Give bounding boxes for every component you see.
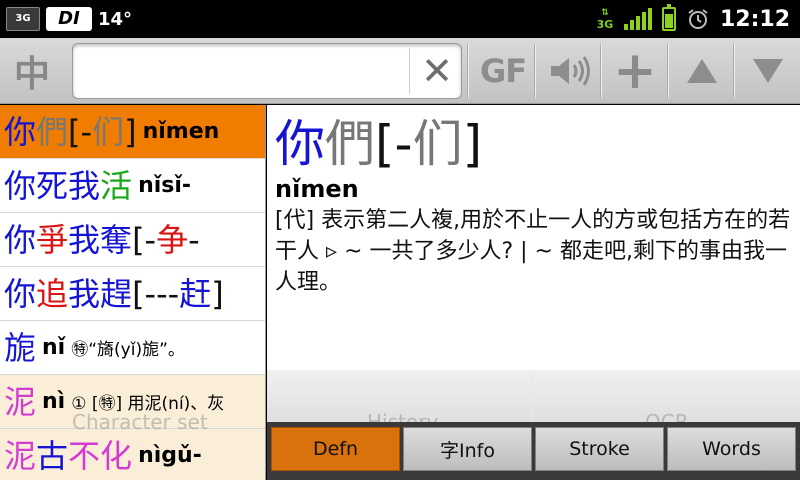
hanzi-segment: 旎 (4, 328, 37, 367)
list-item-hanzi: 泥 (4, 386, 36, 418)
hanzi-segment: 我 (68, 220, 101, 259)
clock-text: 12:12 (719, 6, 790, 32)
hanzi-segment: 追 (36, 274, 69, 313)
toolbar-divider (733, 44, 734, 98)
list-item-gloss: ㊕“旖(yǐ)旎”。 (71, 340, 185, 360)
list-item-pinyin: nǐsǐ- (138, 173, 192, 198)
hanzi-segment: 我 (68, 166, 101, 205)
status-bar-notifications: 3G DI 14° (6, 6, 132, 32)
hanzi-segment: 泥 (4, 382, 37, 421)
battery-fill (664, 14, 673, 28)
tab-defn[interactable]: Defn (271, 427, 400, 471)
hanzi-segment: 赶 (179, 274, 212, 313)
speaker-glyph (551, 56, 590, 86)
network-type-icon: ⇅ 3G (596, 8, 614, 31)
hanzi-segment: 争 (156, 220, 189, 259)
hanzi-segment: [- (375, 115, 413, 173)
up-icon[interactable] (672, 42, 732, 100)
hanzi-segment: 化 (100, 436, 133, 475)
list-item-hanzi: 你們[-们] (4, 116, 137, 148)
list-item-hanzi: 旎 (4, 332, 36, 364)
up-arrow-glyph (687, 59, 717, 83)
hanzi-segment: [- (68, 112, 93, 151)
temperature-text: 14° (98, 8, 133, 30)
search-input[interactable] (79, 52, 409, 92)
list-item-pinyin: nǐ (42, 335, 66, 360)
clear-icon[interactable]: ✕ (413, 44, 461, 98)
signal-icon (623, 8, 652, 30)
status-bar-system-icons: ⇅ 3G 12:12 (596, 4, 790, 34)
down-icon[interactable] (738, 42, 798, 100)
toolbar-divider (467, 44, 468, 98)
list-item-pinyin: nìgǔ- (138, 443, 202, 468)
hanzi-segment: ] (462, 115, 483, 173)
tab-stroke[interactable]: Stroke (535, 427, 664, 471)
toolbar-divider (534, 44, 535, 98)
hanzi-segment: 你 (275, 115, 325, 173)
hanzi-segment: [--- (132, 274, 180, 313)
list-item[interactable]: 你們[-们] nǐmen (0, 105, 265, 159)
definition-pane: 你們[-们] nǐmen [代] 表示第二人複,用於不止一人的方或包括方在的若干… (267, 105, 800, 370)
hanzi-segment: 们 (412, 115, 463, 173)
hanzi-segment: ] (124, 112, 137, 151)
app-notification-icon: DI (46, 7, 92, 31)
gf-button[interactable]: GF (473, 42, 533, 100)
hanzi-segment: 你 (4, 220, 37, 259)
hanzi-segment: 們 (36, 112, 69, 151)
list-item-pinyin: nǐmen (142, 119, 220, 144)
list-item[interactable]: 你追我趕[---赶] (0, 267, 265, 321)
language-toggle-button[interactable]: 中 (2, 42, 62, 100)
definition-text: [代] 表示第二人複,用於不止一人的方或包括方在的若干人 ▹ ~ 一共了多少人?… (275, 208, 791, 295)
list-item[interactable]: 你死我活 nǐsǐ- (0, 159, 265, 213)
hanzi-segment: - (188, 220, 200, 259)
hanzi-segment: 活 (100, 166, 133, 205)
list-item-pinyin: nì (42, 389, 66, 414)
speaker-icon[interactable] (540, 42, 600, 100)
drawer-handle-area (267, 370, 800, 426)
hanzi-segment: 爭 (36, 220, 69, 259)
search-divider (409, 48, 410, 94)
character-set-label[interactable]: Character set (72, 410, 208, 434)
down-arrow-glyph (753, 59, 783, 83)
hanzi-segment: 我 (68, 274, 101, 313)
hanzi-segment: 你 (4, 166, 37, 205)
toolbar: 中 ✕ GF + (0, 38, 800, 104)
hanzi-segment: 趕 (100, 274, 133, 313)
tab-words[interactable]: Words (667, 427, 796, 471)
hanzi-segment: 你 (4, 112, 37, 151)
drawer-divider (532, 372, 533, 426)
status-bar: 3G DI 14° ⇅ 3G 12:12 (0, 0, 800, 38)
hanzi-segment: [- (132, 220, 157, 259)
definition-pinyin: nǐmen (275, 175, 359, 203)
search-box: ✕ (72, 43, 462, 99)
tab-zi-info[interactable]: 字Info (403, 427, 532, 471)
3g-notification-icon: 3G (6, 7, 40, 31)
add-icon[interactable]: + (605, 41, 665, 101)
hanzi-segment: 不 (68, 436, 101, 475)
hanzi-segment: 泥 (4, 436, 37, 475)
definition-headword: 你們[-们] (275, 113, 792, 175)
hanzi-segment: 死 (36, 166, 69, 205)
alarm-icon (688, 9, 708, 29)
hanzi-segment: 奪 (100, 220, 133, 259)
list-item[interactable]: 你爭我奪[-争- (0, 213, 265, 267)
hanzi-segment: ] (211, 274, 224, 313)
toolbar-divider (600, 44, 601, 98)
list-item-hanzi: 你爭我奪[-争- (4, 224, 200, 256)
tab-bar: Defn 字Info Stroke Words (267, 422, 800, 480)
list-item[interactable]: 旎 nǐ ㊕“旖(yǐ)旎”。 (0, 321, 265, 375)
list-item-hanzi: 泥古不化 (4, 440, 132, 472)
list-item[interactable]: 泥古不化 nìgǔ- (0, 429, 265, 480)
battery-icon (661, 4, 676, 31)
list-item-hanzi: 你死我活 (4, 170, 132, 202)
hanzi-segment: 们 (92, 112, 125, 151)
toolbar-divider (667, 44, 668, 98)
hanzi-segment: 你 (4, 274, 37, 313)
list-item-hanzi: 你追我趕[---赶] (4, 278, 224, 310)
hanzi-segment: 古 (36, 436, 69, 475)
hanzi-segment: 們 (325, 115, 375, 173)
